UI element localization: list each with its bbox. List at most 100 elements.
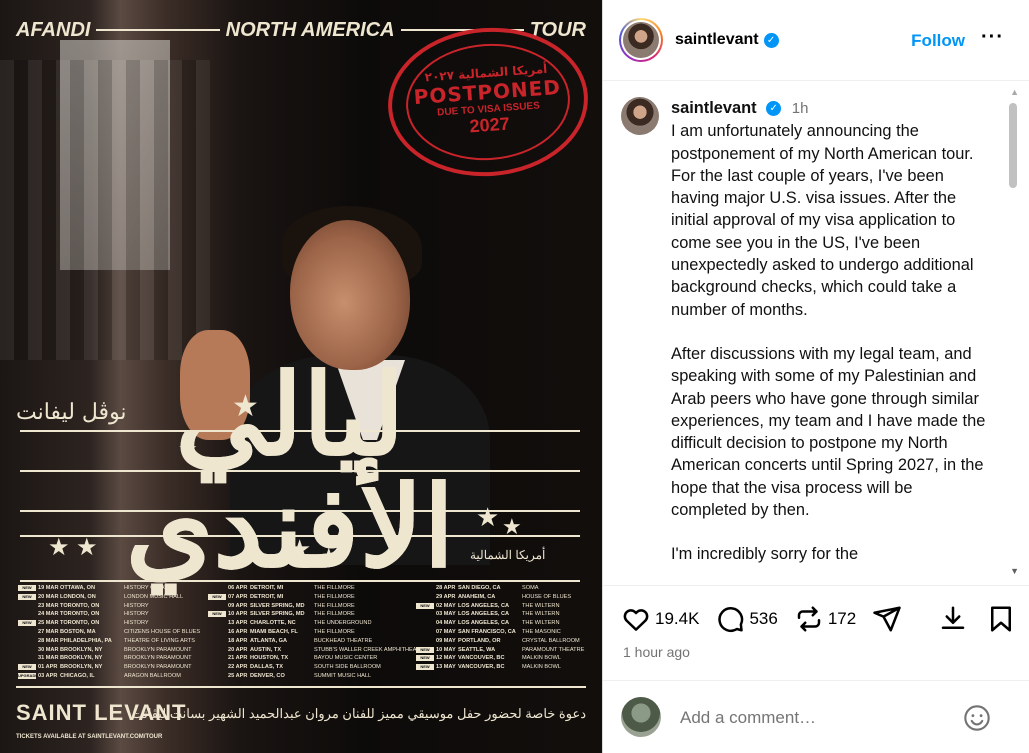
tour-date-row: 06 APR DETROIT, MI THE FILLMORE	[208, 585, 404, 594]
tour-date-venue: THE WILTERN	[522, 620, 560, 627]
tour-date-venue: THE UNDERGROUND	[314, 620, 372, 627]
poster-footer-arabic: دعوة خاصة لحضور حفل موسيقي مميز للفنان م…	[131, 706, 586, 721]
tour-date-city: DETROIT, MI	[250, 593, 284, 600]
verified-badge-icon: ✓	[766, 101, 782, 117]
caption-username[interactable]: saintlevant	[671, 99, 757, 117]
caption-time[interactable]: 1h	[792, 100, 809, 117]
scroll-up-icon[interactable]: ▲	[1010, 87, 1019, 97]
poster-artist-label: AFANDI	[16, 18, 91, 41]
tour-date-row: NEW 01 APR BROOKLYN, NY BROOKLYN PARAMOUNT	[18, 664, 214, 673]
story-ring[interactable]	[619, 18, 663, 62]
tour-date-row: 03 MAY LOS ANGELES, CA THE WILTERN	[416, 611, 602, 620]
tour-date-venue: BROOKLYN PARAMOUNT	[124, 664, 192, 671]
tour-date-day: 02 MAY	[436, 602, 456, 609]
tour-date-row: NEW 07 APR DETROIT, MI THE FILLMORE	[208, 593, 404, 603]
tour-date-row: 30 MAR BROOKLYN, NY BROOKLYN PARAMOUNT	[18, 647, 214, 656]
comment-input[interactable]	[678, 707, 942, 729]
star-icon: ★	[288, 534, 312, 564]
tour-date-tag: NEW	[18, 593, 36, 600]
tour-date-row: NEW 19 MAR OTTAWA, ON HISTORY OTTAWA	[18, 585, 214, 594]
tour-date-venue: STUBB'S WALLER CREEK AMPHITHEATER	[314, 646, 428, 653]
tour-date-row: 25 APR DENVER, CO SUMMIT MUSIC HALL	[208, 673, 404, 682]
repost-count[interactable]: 172	[828, 609, 856, 629]
tour-date-city: PHILADELPHIA, PA	[60, 637, 112, 644]
save-button[interactable]	[986, 604, 1016, 634]
tour-date-city: CHICAGO, IL	[60, 672, 95, 679]
tour-date-venue: BUCKHEAD THEATRE	[314, 637, 373, 644]
staff-line	[20, 580, 580, 582]
comment-count[interactable]: 536	[749, 609, 777, 629]
star-icon: ★	[502, 514, 522, 539]
tour-date-venue: HISTORY	[124, 620, 149, 627]
scroll-down-icon[interactable]: ▼	[1010, 566, 1019, 576]
tour-date-city: SEATTLE, WA	[458, 646, 496, 653]
tour-date-city: AUSTIN, TX	[250, 646, 282, 653]
star-icon: ★	[178, 436, 198, 461]
tour-date-venue: HISTORY OTTAWA	[124, 585, 174, 591]
tour-date-row: 29 APR ANAHEIM, CA HOUSE OF BLUES	[416, 594, 602, 603]
tour-date-tag: NEW	[416, 664, 434, 671]
comment-button[interactable]: 536	[715, 604, 778, 634]
tour-date-city: SAN FRANCISCO, CA	[458, 628, 516, 635]
tour-date-row: NEW 25 MAR TORONTO, ON HISTORY	[18, 620, 214, 629]
download-button[interactable]	[938, 604, 968, 634]
tour-date-day: 20 APR	[228, 646, 248, 653]
tour-date-day: 04 MAY	[436, 620, 456, 627]
tour-date-city: OTTAWA, ON	[60, 585, 96, 591]
tour-date-day: 25 MAR	[38, 620, 59, 627]
tour-date-city: BROOKLYN, NY	[60, 664, 103, 671]
star-icon: ★	[476, 502, 500, 532]
heart-icon	[623, 609, 649, 631]
tour-date-tag: NEW	[18, 664, 36, 671]
tour-date-row: 31 MAR BROOKLYN, NY BROOKLYN PARAMOUNT	[18, 655, 214, 664]
tour-date-row: 20 APR AUSTIN, TX STUBB'S WALLER CREEK AMP…	[208, 646, 428, 656]
tour-date-row: 16 APR MIAMI BEACH, FL THE FILLMORE	[208, 629, 404, 638]
caption-paragraph: I am unfortunately announcing the postpo…	[671, 122, 974, 319]
like-count[interactable]: 19.4K	[655, 609, 699, 629]
post-header: saintlevant ✓ Follow ···	[603, 0, 1029, 81]
tour-date-venue: THE FILLMORE	[314, 585, 355, 591]
tour-date-city: TORONTO, ON	[60, 602, 100, 609]
tour-date-venue: THE FILLMORE	[314, 602, 355, 609]
tour-date-city: DENVER, CO	[250, 672, 285, 679]
repost-button[interactable]: 172	[794, 604, 856, 634]
tour-date-venue: THE WILTERN	[522, 611, 560, 618]
tour-date-venue: MALKIN BOWL	[522, 664, 561, 671]
like-button[interactable]: 19.4K	[621, 604, 699, 634]
tour-date-venue: PARAMOUNT THEATRE	[522, 646, 585, 653]
follow-button[interactable]: Follow	[911, 31, 965, 51]
tour-date-row: NEW 10 MAY SEATTLE, WA PARAMOUNT THEATRE	[416, 646, 602, 656]
tour-date-day: 07 MAY	[436, 628, 456, 635]
tour-date-venue: SOUTH SIDE BALLROOM	[314, 664, 381, 671]
emoji-icon[interactable]	[963, 704, 991, 732]
header-username[interactable]: saintlevant	[675, 31, 759, 49]
tour-date-city: DETROIT, MI	[250, 585, 284, 591]
tour-dates-column-1: NEW 19 MAR OTTAWA, ON HISTORY OTTAWA NEW 20 M…	[18, 585, 214, 682]
more-options-icon[interactable]: ···	[981, 26, 1004, 49]
tour-date-city: BOSTON, MA	[60, 628, 96, 635]
post-image[interactable]: AFANDI NORTH AMERICA TOUR أمريكا الشمالي…	[0, 0, 602, 753]
tour-date-tag: NEW	[18, 585, 36, 591]
tour-date-row: NEW 13 MAY VANCOUVER, BC MALKIN BOWL	[416, 664, 602, 673]
scrollbar-thumb[interactable]	[1009, 103, 1017, 188]
comments-scroll-area[interactable]: saintlevant ✓ 1h I am unfortunately anno…	[603, 81, 1029, 585]
tour-date-day: 24 MAR	[38, 611, 59, 618]
tour-date-tag: NEW	[416, 602, 434, 609]
share-button[interactable]	[872, 604, 902, 634]
tour-date-city: ATLANTA, GA	[250, 637, 288, 644]
tour-date-city: SILVER SPRING, MD	[250, 611, 305, 618]
tour-date-city: HOUSTON, TX	[250, 655, 289, 662]
tour-date-venue: CITIZENS HOUSE OF BLUES	[124, 628, 201, 635]
caption-avatar[interactable]	[621, 97, 659, 135]
tour-date-day: 18 APR	[228, 637, 248, 644]
tour-date-city: LONDON, ON	[60, 593, 96, 600]
tour-date-venue: SUMMIT MUSIC HALL	[314, 672, 372, 679]
tour-date-day: 23 MAR	[38, 602, 59, 609]
tour-date-day: 09 MAY	[436, 637, 456, 644]
poster-region-label: NORTH AMERICA	[225, 18, 395, 41]
tour-date-day: 10 MAY	[436, 646, 456, 653]
tour-date-row: 18 APR ATLANTA, GA BUCKHEAD THEATRE	[208, 638, 404, 647]
posted-time[interactable]: 1 hour ago	[623, 644, 690, 660]
tour-date-day: 21 APR	[228, 655, 248, 662]
tour-date-row: 21 APR HOUSTON, TX BAYOU MUSIC CENTER	[208, 655, 404, 664]
